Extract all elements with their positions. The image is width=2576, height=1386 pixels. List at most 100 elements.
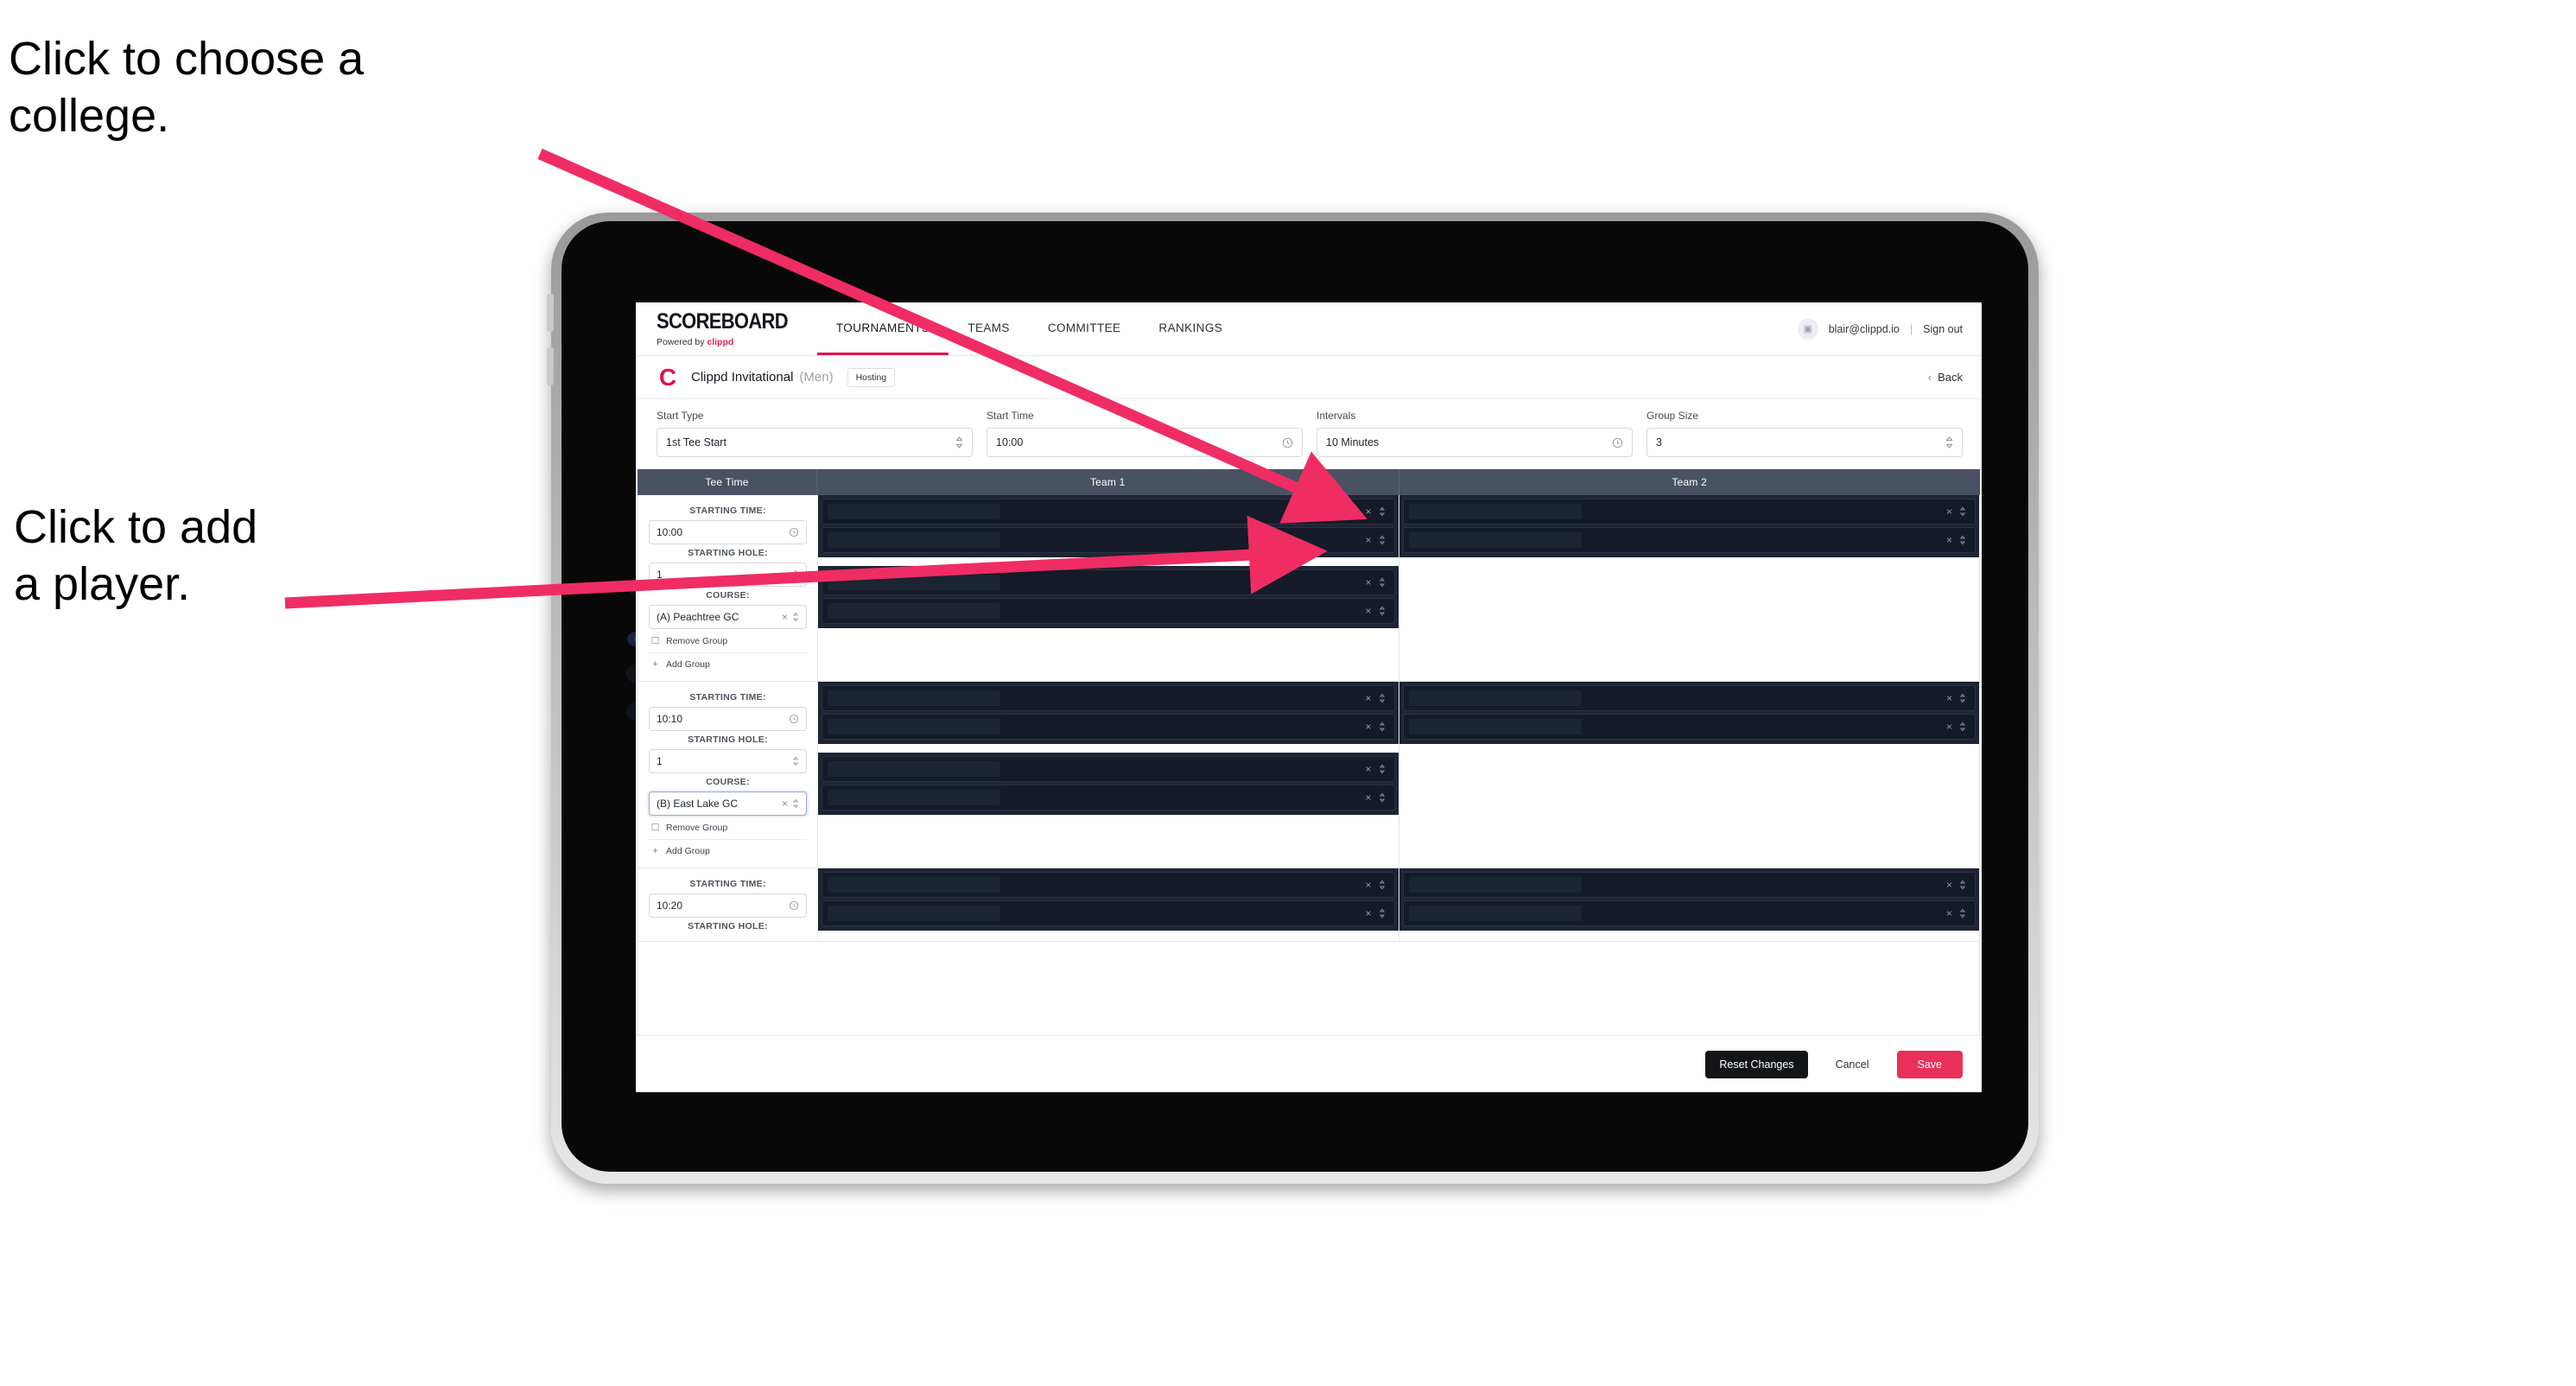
clear-player-icon[interactable]: × xyxy=(1365,907,1371,919)
stepper-starting-hole[interactable]: 1 xyxy=(649,563,807,587)
nav-tab-teams[interactable]: TEAMS xyxy=(949,302,1029,355)
player-slot-row[interactable]: × xyxy=(822,872,1395,898)
clock-icon[interactable] xyxy=(789,714,799,724)
player-group[interactable]: × × xyxy=(818,495,1399,557)
player-group[interactable]: × × xyxy=(1399,682,1979,744)
clock-icon[interactable] xyxy=(789,900,799,911)
stepper-icon[interactable] xyxy=(1379,764,1386,774)
player-slot-row[interactable]: × xyxy=(1402,900,1976,926)
cancel-button[interactable]: Cancel xyxy=(1822,1051,1883,1078)
stepper-icon[interactable] xyxy=(1379,880,1386,890)
stepper-icon[interactable] xyxy=(792,612,799,622)
input-start-time[interactable]: 10:00 xyxy=(987,428,1303,457)
stepper-icon[interactable] xyxy=(1959,535,1966,545)
stepper-icon[interactable] xyxy=(955,436,963,448)
clear-player-icon[interactable]: × xyxy=(1946,505,1952,518)
clear-player-icon[interactable]: × xyxy=(1946,534,1952,546)
stepper-icon[interactable] xyxy=(792,798,799,809)
clear-player-icon[interactable]: × xyxy=(1365,721,1371,733)
stepper-icon[interactable] xyxy=(1379,606,1386,616)
stepper-icon[interactable] xyxy=(1959,722,1966,732)
input-starting-time[interactable]: 10:10 xyxy=(649,707,807,731)
nav-tab-tournaments[interactable]: TOURNAMENTS xyxy=(816,302,949,355)
stepper-icon[interactable] xyxy=(1379,577,1386,588)
value-group-size: 3 xyxy=(1656,436,1662,448)
clear-player-icon[interactable]: × xyxy=(1365,576,1371,588)
stepper-icon[interactable] xyxy=(1379,506,1386,517)
clock-icon[interactable] xyxy=(1282,437,1293,448)
avatar[interactable]: ▣ xyxy=(1797,318,1818,340)
player-slot-row[interactable]: × xyxy=(1402,872,1976,898)
player-group[interactable]: × × xyxy=(818,566,1399,628)
clear-player-icon[interactable]: × xyxy=(1946,721,1952,733)
player-slot-row[interactable]: × xyxy=(1402,499,1976,525)
stepper-icon[interactable] xyxy=(1959,693,1966,703)
player-group[interactable]: × × xyxy=(1399,868,1979,931)
player-group[interactable]: × × xyxy=(818,682,1399,744)
stepper-icon[interactable] xyxy=(792,756,799,766)
clear-player-icon[interactable]: × xyxy=(1946,692,1952,704)
player-slot-row[interactable]: × xyxy=(822,569,1395,595)
player-slot-row[interactable]: × xyxy=(822,499,1395,525)
player-group[interactable]: × × xyxy=(818,753,1399,815)
back-link[interactable]: ‹ Back xyxy=(1928,371,1963,384)
tee-sheet-table-body[interactable]: STARTING TIME: 10:00 STARTING HOLE: 1 COURSE… xyxy=(638,495,1980,1035)
stepper-icon[interactable] xyxy=(1379,792,1386,803)
remove-group-button[interactable]: ☐ Remove Group xyxy=(649,629,807,653)
clear-player-icon[interactable]: × xyxy=(1365,605,1371,617)
player-slot-row[interactable]: × xyxy=(1402,527,1976,553)
add-group-button[interactable]: + Add Group xyxy=(649,653,807,676)
stepper-icon[interactable] xyxy=(1959,908,1966,919)
select-start-type[interactable]: 1st Tee Start xyxy=(657,428,973,457)
clock-icon[interactable] xyxy=(789,527,799,537)
player-slot-row[interactable]: × xyxy=(822,685,1395,711)
player-group[interactable]: × × xyxy=(1399,495,1979,557)
player-slot-row[interactable]: × xyxy=(822,900,1395,926)
stepper-icon[interactable] xyxy=(1959,880,1966,890)
player-slot-row[interactable]: × xyxy=(1402,714,1976,740)
stepper-icon[interactable] xyxy=(1379,908,1386,919)
clear-course-icon[interactable]: × xyxy=(782,798,788,810)
nav-tab-rankings[interactable]: RANKINGS xyxy=(1139,302,1241,355)
stepper-group-size[interactable]: 3 xyxy=(1646,428,1963,457)
remove-group-button[interactable]: ☐ Remove Group xyxy=(649,816,807,840)
screenshot-stage: Click to choose a college. Click to add … xyxy=(0,0,2576,1386)
player-slot-row[interactable]: × xyxy=(822,756,1395,782)
player-group[interactable]: × × xyxy=(818,868,1399,931)
player-slot-row[interactable]: × xyxy=(822,527,1395,553)
clear-player-icon[interactable]: × xyxy=(1946,907,1952,919)
nav-tab-committee[interactable]: COMMITTEE xyxy=(1029,302,1140,355)
clock-icon[interactable] xyxy=(1612,437,1623,448)
clear-player-icon[interactable]: × xyxy=(1365,763,1371,775)
stepper-icon[interactable] xyxy=(1379,722,1386,732)
player-slot-row[interactable]: × xyxy=(822,598,1395,624)
reset-changes-button[interactable]: Reset Changes xyxy=(1705,1050,1808,1078)
player-slot-row[interactable]: × xyxy=(822,714,1395,740)
select-course[interactable]: (B) East Lake GC × xyxy=(649,792,807,816)
clear-player-icon[interactable]: × xyxy=(1946,879,1952,891)
clear-player-icon[interactable]: × xyxy=(1365,692,1371,704)
stepper-icon[interactable] xyxy=(792,569,799,580)
clear-course-icon[interactable]: × xyxy=(782,611,788,623)
stepper-icon[interactable] xyxy=(1945,436,1953,448)
stepper-starting-hole[interactable]: 1 xyxy=(649,749,807,773)
clear-player-icon[interactable]: × xyxy=(1365,534,1371,546)
stepper-icon[interactable] xyxy=(1379,693,1386,703)
brand-logo[interactable]: SCOREBOARD Powered by clippd xyxy=(657,302,817,355)
clear-player-icon[interactable]: × xyxy=(1365,792,1371,804)
player-slot-row[interactable]: × xyxy=(1402,685,1976,711)
player-name-redacted xyxy=(828,761,1000,777)
add-group-button[interactable]: + Add Group xyxy=(649,840,807,862)
player-slot-row[interactable]: × xyxy=(822,785,1395,811)
stepper-icon[interactable] xyxy=(1379,535,1386,545)
sign-out-link[interactable]: Sign out xyxy=(1923,323,1963,335)
input-starting-time[interactable]: 10:00 xyxy=(649,520,807,544)
clear-player-icon[interactable]: × xyxy=(1365,505,1371,518)
input-starting-time[interactable]: 10:20 xyxy=(649,893,807,918)
stepper-icon[interactable] xyxy=(1959,506,1966,517)
select-course[interactable]: (A) Peachtree GC × xyxy=(649,605,807,629)
save-button[interactable]: Save xyxy=(1896,1050,1963,1078)
clear-player-icon[interactable]: × xyxy=(1365,879,1371,891)
label-intervals: Intervals xyxy=(1317,410,1356,422)
select-intervals[interactable]: 10 Minutes xyxy=(1317,428,1633,457)
